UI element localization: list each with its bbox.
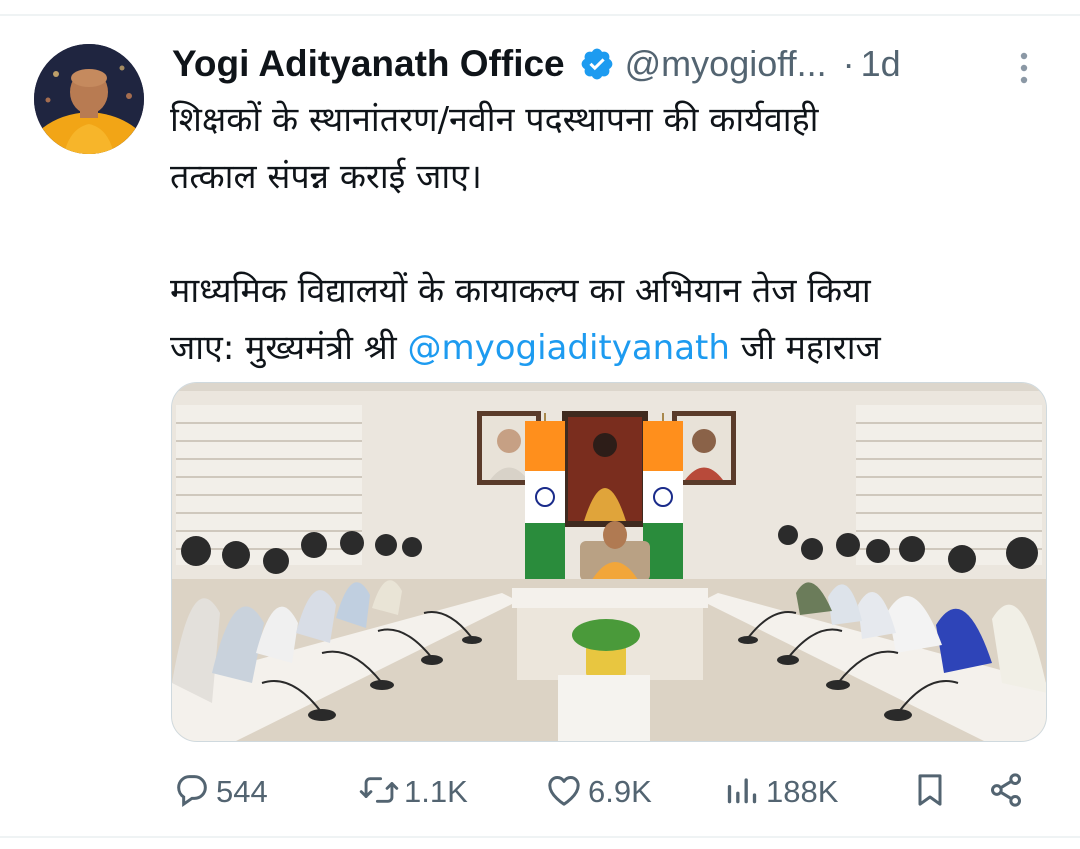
view-count: 188K <box>766 774 839 809</box>
top-divider <box>0 14 1080 16</box>
like-count: 6.9K <box>588 774 652 809</box>
like-icon <box>544 770 584 814</box>
user-handle[interactable]: @myogioff... <box>625 43 827 85</box>
tweet-image[interactable] <box>171 382 1047 742</box>
retweet-count: 1.1K <box>404 774 468 809</box>
retweet-button[interactable]: 1.1K <box>358 764 468 820</box>
verified-badge-icon <box>579 46 615 82</box>
tweet-actions: 544 1.1K 6.9K 188K <box>170 764 1040 820</box>
tweet-text-segment: जी महाराज <box>729 328 881 368</box>
share-button[interactable] <box>986 764 1026 820</box>
views-icon <box>722 770 762 814</box>
like-button[interactable]: 6.9K <box>544 764 652 820</box>
avatar[interactable] <box>34 44 144 154</box>
reply-count: 544 <box>216 774 268 809</box>
tweet-text-line: शिक्षकों के स्थानांतरण/नवीन पदस्थापना की… <box>170 100 819 140</box>
timestamp[interactable]: 1d <box>861 43 901 85</box>
bottom-divider <box>0 836 1080 838</box>
bookmark-button[interactable] <box>910 764 950 820</box>
mention-link[interactable]: @myogiadityanath <box>407 328 730 368</box>
header-separator: · <box>842 43 855 84</box>
tweet-header: Yogi Adityanath Office @myogioff... · 1d <box>172 38 1052 90</box>
tweet-text-line: तत्काल संपन्न कराई जाए। <box>170 157 482 197</box>
more-options-icon[interactable] <box>1012 48 1036 88</box>
tweet-text-segment: जाए: मुख्यमंत्री श्री <box>170 328 408 368</box>
reply-icon <box>172 770 212 814</box>
tweet-text: शिक्षकों के स्थानांतरण/नवीन पदस्थापना की… <box>170 92 1030 377</box>
reply-button[interactable]: 544 <box>172 764 268 820</box>
tweet-text-line: जाए: मुख्यमंत्री श्री @myogiadityanath ज… <box>170 320 1030 377</box>
display-name[interactable]: Yogi Adityanath Office <box>172 43 565 85</box>
tweet-text-line: माध्यमिक विद्यालयों के कायाकल्प का अभिया… <box>170 271 871 311</box>
retweet-icon <box>358 770 400 814</box>
share-icon <box>986 770 1026 814</box>
views-button[interactable]: 188K <box>722 764 838 820</box>
bookmark-icon <box>910 770 950 814</box>
